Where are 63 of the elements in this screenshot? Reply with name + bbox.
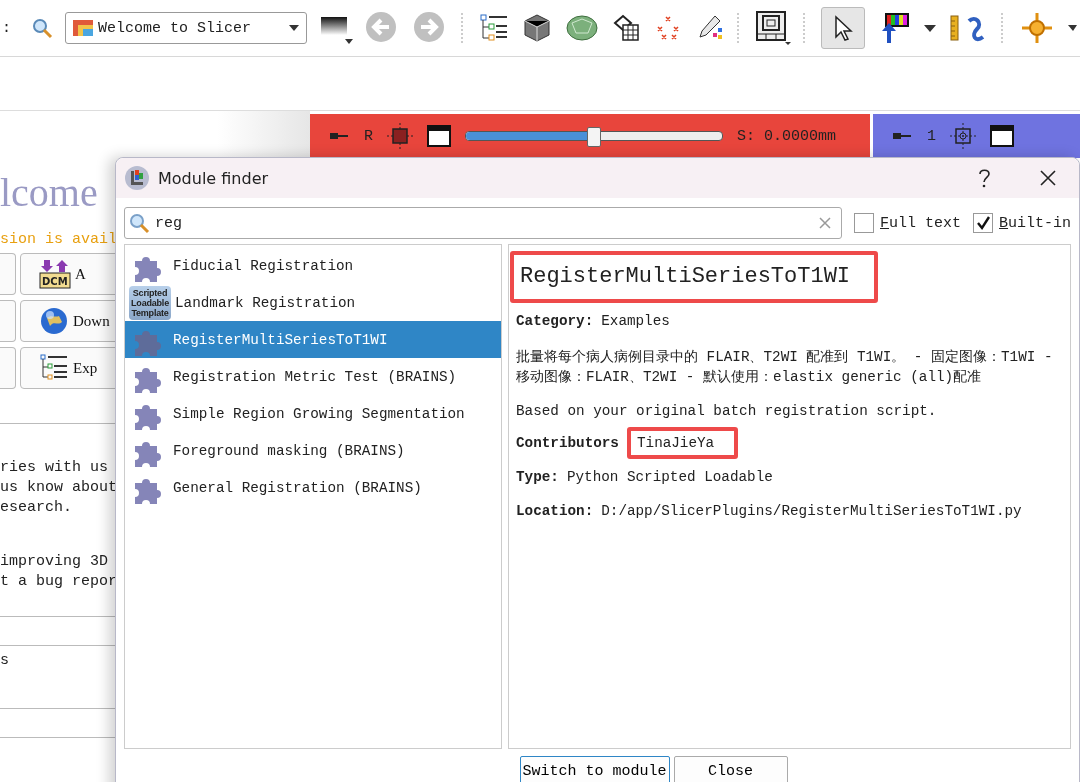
gem-icon[interactable] <box>565 13 599 43</box>
module-list-item[interactable]: General Registration (BRAINS) <box>125 469 501 506</box>
app-logo-icon <box>72 18 94 38</box>
module-list-item[interactable]: RegisterMultiSeriesToT1WI <box>125 321 501 358</box>
welcome-text: us know about <box>0 478 118 498</box>
app-logo-icon <box>124 165 150 191</box>
field-value: Python Scripted Loadable <box>566 469 773 485</box>
field-label: Type: <box>516 469 559 485</box>
update-notice: sion is avail <box>0 231 118 248</box>
field-value: TinaJieYa <box>626 427 739 459</box>
slice-offset: S: 0.0000mm <box>737 127 837 145</box>
module-list-item[interactable]: Foreground masking (BRAINS) <box>125 432 501 469</box>
tree-icon <box>39 353 69 383</box>
description-text: 批量将每个病人病例目录中的 FLAIR、T2WI 配准到 T1WI。 - 固定图像：T1WI - 移动图像：FLAIR、T2WI - 默认使用：elastix generic (all)配准 <box>516 348 1054 387</box>
search-field[interactable]: reg <box>124 207 842 239</box>
checkbox-label[interactable]: Full text <box>880 214 962 232</box>
toolbar-label: : <box>2 19 11 37</box>
clear-icon[interactable] <box>818 216 832 230</box>
maximize-icon[interactable] <box>990 125 1014 147</box>
tree-icon[interactable] <box>479 13 509 43</box>
checkbox[interactable] <box>854 213 874 233</box>
welcome-text: improving 3D <box>0 552 109 572</box>
maximize-icon[interactable] <box>427 125 451 147</box>
field-label: Contributors <box>516 435 619 451</box>
view-label: R <box>364 127 373 145</box>
crosshair-grid-icon[interactable] <box>950 123 976 149</box>
section-label: s <box>0 652 9 671</box>
field-label: Category: <box>516 313 594 329</box>
slice-slider[interactable] <box>465 127 723 145</box>
field-label: Location: <box>516 503 594 519</box>
checkbox-label[interactable]: Built-in <box>999 214 1072 232</box>
layout-icon[interactable] <box>755 10 791 46</box>
globe-icon <box>39 306 69 336</box>
pointer-tool-button[interactable] <box>821 7 865 49</box>
dialog-button[interactable]: Close <box>673 756 788 782</box>
crosshair-grid-icon[interactable] <box>387 123 413 149</box>
grid-icon[interactable] <box>611 13 641 43</box>
welcome-heading: lcome <box>0 171 98 215</box>
welcome-text: ries with us <box>0 458 109 478</box>
module-selector[interactable]: Welcome to Slicer <box>65 12 307 44</box>
field-value: Examples <box>601 313 670 329</box>
slider-handle[interactable] <box>587 127 601 147</box>
template-icon: Scripted Loadable Template <box>129 285 171 320</box>
dialog-button[interactable]: Switch to module <box>519 756 670 782</box>
welcome-text: t a bug repor <box>0 572 118 592</box>
cube-icon[interactable] <box>521 12 553 44</box>
checkbox[interactable] <box>973 213 994 233</box>
dropdown-caret-icon <box>288 24 300 32</box>
crosshair-icon[interactable] <box>1019 11 1055 45</box>
close-icon[interactable] <box>1039 169 1057 187</box>
module-title: RegisterMultiSeriesToT1WI <box>510 251 879 303</box>
caret-icon[interactable] <box>1067 23 1077 33</box>
description-text: Based on your original batch registration script. <box>516 402 938 421</box>
field-value: D:/app/SlicerPlugins/RegisterMultiSeriesToT1WI.py <box>601 503 1022 519</box>
search-icon[interactable] <box>31 17 53 39</box>
module-list-item[interactable]: Simple Region Growing Segmentation <box>125 395 501 432</box>
welcome-text: esearch. <box>0 498 72 518</box>
help-icon[interactable] <box>977 168 991 188</box>
view-label: 1 <box>927 127 936 145</box>
caret-icon[interactable] <box>923 23 937 33</box>
pointer-icon <box>833 15 853 41</box>
dialog-title: Module finder <box>158 168 270 188</box>
search-icon <box>128 212 150 234</box>
